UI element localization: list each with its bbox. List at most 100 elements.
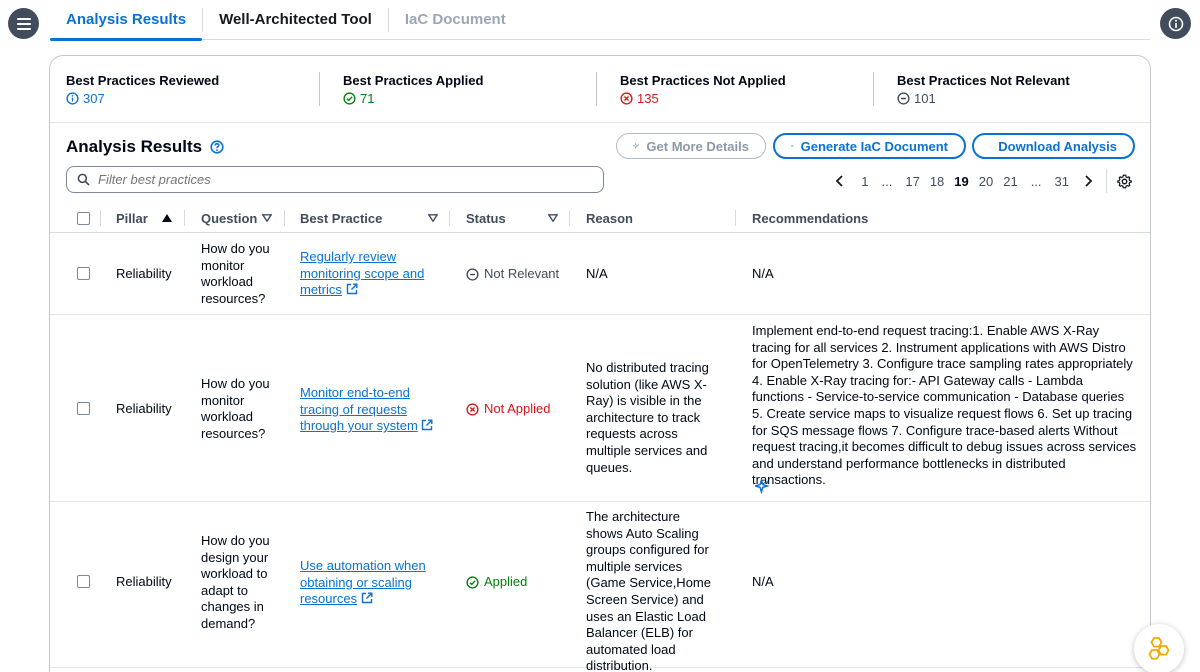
get-more-details-label: Get More Details	[646, 138, 749, 154]
summary-not-applied-title: Best Practices Not Applied	[620, 73, 786, 88]
sort-ascending-icon[interactable]	[162, 214, 172, 222]
minus-circle-icon	[897, 92, 910, 105]
filter-input[interactable]	[98, 172, 578, 187]
row-select-cell	[77, 267, 90, 280]
menu-button[interactable]	[8, 8, 39, 39]
column-recommendations[interactable]: Recommendations	[752, 203, 868, 233]
status-label: Not Applied	[484, 401, 551, 416]
x-circle-icon	[466, 403, 479, 416]
column-divider	[100, 210, 101, 226]
info-icon	[66, 92, 79, 105]
summary-not-relevant-value: 101	[897, 91, 1150, 106]
summary-not-relevant-title: Best Practices Not Relevant	[897, 73, 1070, 88]
generate-iac-label: Generate IaC Document	[800, 138, 948, 154]
pillar-cell: Reliability	[116, 574, 172, 589]
best-practice-link[interactable]: Regularly review monitoring scope and me…	[300, 249, 424, 297]
page-17[interactable]: 17	[900, 174, 924, 189]
best-practice-link[interactable]: Monitor end-to-end tracing of requests t…	[300, 385, 418, 433]
tab-analysis-results[interactable]: Analysis Results	[50, 0, 203, 41]
column-reason-label: Reason	[586, 210, 633, 226]
table-row: Reliability How do you design your workl…	[50, 503, 1150, 672]
chevron-right-icon[interactable]	[1080, 173, 1096, 189]
results-header: Analysis Results Get More Details Genera…	[50, 123, 1150, 233]
download-analysis-label: Download Analysis	[998, 138, 1117, 154]
page-1[interactable]: 1	[856, 174, 873, 189]
column-divider	[569, 210, 570, 226]
assistant-fab[interactable]	[1134, 624, 1184, 672]
summary-reviewed-title: Best Practices Reviewed	[66, 73, 220, 88]
check-circle-icon	[466, 576, 479, 589]
column-question[interactable]: Question	[201, 203, 257, 233]
applied-count: 71	[360, 91, 375, 106]
info-icon	[1168, 16, 1183, 31]
recommendations-cell: N/A	[752, 266, 774, 281]
column-pillar-label: Pillar	[116, 210, 148, 226]
search-icon	[77, 173, 90, 186]
column-question-label: Question	[201, 210, 258, 226]
summary-applied: Best Practices Applied 71	[319, 56, 596, 122]
check-circle-icon	[343, 92, 356, 105]
status-cell: Not Applied	[466, 401, 551, 418]
select-all-cell	[77, 203, 90, 233]
summary-not-applied: Best Practices Not Applied 135	[596, 56, 873, 122]
row-checkbox[interactable]	[77, 575, 90, 588]
summary-applied-title: Best Practices Applied	[343, 73, 484, 88]
summary-reviewed-value: 307	[66, 91, 319, 106]
column-divider	[184, 210, 185, 226]
column-best-practice[interactable]: Best Practice	[300, 203, 382, 233]
filter-box	[66, 166, 604, 193]
page-18[interactable]: 18	[925, 174, 949, 189]
status-cell: Not Relevant	[466, 266, 559, 283]
chevron-left-icon[interactable]	[832, 173, 848, 189]
column-recommendations-label: Recommendations	[752, 210, 869, 226]
external-link-icon[interactable]	[421, 419, 433, 431]
page-31[interactable]: 31	[1050, 174, 1074, 189]
summary-not-relevant: Best Practices Not Relevant 101	[873, 56, 1150, 122]
status-label: Not Relevant	[484, 266, 560, 281]
column-best-practice-label: Best Practice	[300, 210, 383, 226]
hamburger-icon	[16, 17, 31, 30]
best-practice-cell: Use automation when obtaining or scaling…	[300, 558, 432, 608]
best-practice-cell: Regularly review monitoring scope and me…	[300, 249, 430, 299]
info-button[interactable]	[1160, 8, 1191, 39]
question-cell: How do you design your workload to adapt…	[201, 533, 270, 631]
external-link-icon[interactable]	[361, 592, 373, 604]
question-cell: How do you monitor workload resources?	[201, 376, 270, 441]
page-19[interactable]: 19	[949, 174, 973, 189]
table-header: Pillar Question Best Practice Status Rea…	[50, 203, 1150, 233]
sparkle-icon[interactable]	[755, 479, 770, 494]
page-ellipsis: ...	[1030, 173, 1042, 189]
get-more-details-button[interactable]: Get More Details	[616, 133, 766, 159]
sort-icon[interactable]	[548, 214, 558, 222]
tab-well-architected-tool[interactable]: Well-Architected Tool	[203, 0, 388, 40]
status-cell: Applied	[466, 574, 527, 591]
column-divider	[735, 210, 736, 226]
tab-iac-document: IaC Document	[404, 11, 506, 28]
generate-iac-button[interactable]: Generate IaC Document	[773, 133, 966, 159]
help-icon[interactable]	[210, 140, 224, 154]
hexagon-logo-icon	[1148, 637, 1170, 660]
reason-cell: N/A	[586, 266, 608, 281]
x-circle-icon	[620, 92, 633, 105]
sort-icon[interactable]	[428, 214, 438, 222]
summary-reviewed: Best Practices Reviewed 307	[50, 56, 319, 122]
row-checkbox[interactable]	[77, 402, 90, 415]
sparkle-icon	[633, 142, 640, 150]
row-checkbox[interactable]	[77, 267, 90, 280]
external-link-icon[interactable]	[346, 283, 358, 295]
column-reason[interactable]: Reason	[586, 203, 633, 233]
column-status[interactable]: Status	[466, 203, 506, 233]
download-analysis-button[interactable]: Download Analysis	[972, 133, 1135, 159]
pager-divider	[1106, 169, 1107, 193]
page-20[interactable]: 20	[974, 174, 998, 189]
reason-cell: The architecture shows Auto Scaling grou…	[586, 509, 711, 672]
page-21[interactable]: 21	[998, 174, 1022, 189]
status-label: Applied	[484, 574, 528, 589]
select-all-checkbox[interactable]	[77, 211, 90, 225]
pillar-cell: Reliability	[116, 401, 172, 416]
gear-icon[interactable]	[1117, 174, 1132, 189]
column-divider	[284, 210, 285, 226]
minus-circle-icon	[466, 268, 479, 281]
sort-icon[interactable]	[262, 214, 272, 222]
column-divider	[449, 210, 450, 226]
